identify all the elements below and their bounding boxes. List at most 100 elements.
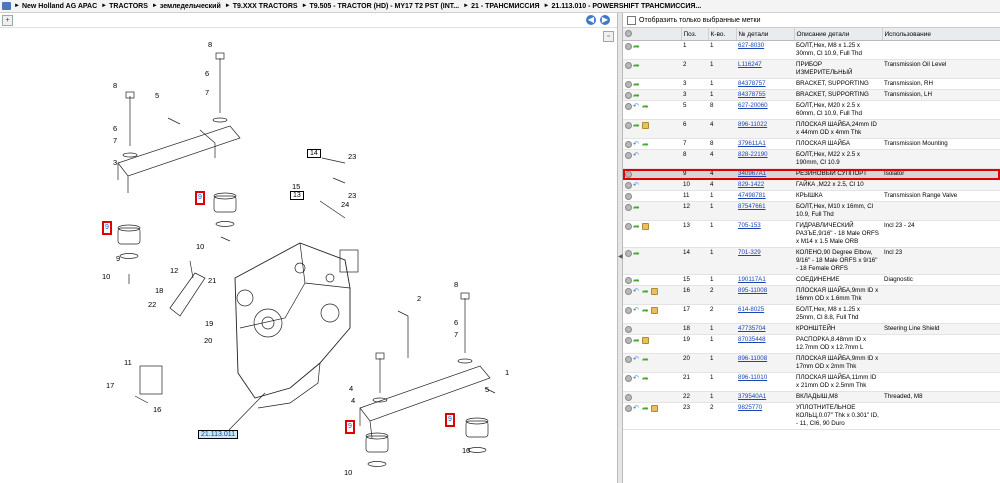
highlighted-callout[interactable]: 9	[445, 413, 455, 427]
info-circle-icon[interactable]	[625, 356, 632, 363]
part-number-link[interactable]: 701-329	[738, 249, 761, 256]
package-icon[interactable]	[642, 122, 649, 129]
add-to-cart-arrow-icon[interactable]: ➦	[642, 103, 650, 111]
breadcrumb-item[interactable]: T9.505 - TRACTOR (HD) - MY17 T2 PST (INT…	[310, 3, 460, 10]
show-selected-checkbox[interactable]	[627, 15, 636, 25]
add-to-cart-arrow-icon[interactable]: ➦	[633, 250, 641, 258]
add-to-cart-arrow-icon[interactable]: ➦	[642, 405, 650, 413]
breadcrumb-item[interactable]: 21.113.010 - POWERSHIFT ТРАНСМИССИЯ...	[552, 3, 702, 10]
add-to-cart-arrow-icon[interactable]: ➦	[633, 204, 641, 212]
part-number-link[interactable]: 340967A1	[738, 170, 766, 177]
add-to-cart-arrow-icon[interactable]: ➦	[633, 43, 641, 51]
table-row[interactable]: ➦ 6 4 896-11022 ПЛОСКАЯ ШАЙБА,24mm ID x 44mm…	[623, 119, 1000, 139]
back-arrow-icon[interactable]: ↶	[633, 307, 641, 314]
column-header[interactable]: № детали	[736, 28, 795, 41]
back-arrow-icon[interactable]: ↶	[633, 405, 641, 412]
info-circle-icon[interactable]	[625, 152, 632, 159]
info-circle-icon[interactable]	[625, 193, 632, 200]
part-number-link[interactable]: 84378757	[738, 80, 766, 87]
info-circle-icon[interactable]	[625, 223, 632, 230]
home-icon[interactable]	[2, 2, 11, 10]
back-arrow-icon[interactable]: ↶	[633, 152, 641, 159]
table-row[interactable]: ↶ ➦ 23 2 9825770 УПЛОТНИТЕЛЬНОЕ КОЛЬЦ,0.07" T…	[623, 402, 1000, 430]
back-arrow-icon[interactable]: ↶	[633, 288, 641, 295]
info-circle-icon[interactable]	[625, 92, 632, 99]
table-row[interactable]: ➦ 3 1 84378755 BRACKET, SUPPORTING Transmissi…	[623, 89, 1000, 101]
part-number-link[interactable]: 627-20060	[738, 102, 768, 109]
info-circle-icon[interactable]	[625, 326, 632, 333]
add-to-cart-arrow-icon[interactable]: ➦	[633, 62, 641, 70]
back-arrow-icon[interactable]: ↶	[633, 141, 641, 148]
add-to-cart-arrow-icon[interactable]: ➦	[633, 277, 641, 285]
table-row[interactable]: 22 1 379540A1 ВКЛАДЫШ,M8 Threaded, M8	[623, 391, 1000, 403]
table-row[interactable]: ↶ ➦ 7 8 379611A1 ПЛОСКАЯ ШАЙБА Transmission Mo…	[623, 138, 1000, 150]
back-arrow-icon[interactable]: ↶	[633, 375, 641, 382]
part-number-link[interactable]: 379540A1	[738, 393, 766, 400]
info-circle-icon[interactable]	[625, 288, 632, 295]
part-number-link[interactable]: L116247	[738, 61, 762, 68]
info-circle-icon[interactable]	[625, 122, 632, 129]
info-circle-icon[interactable]	[625, 405, 632, 412]
breadcrumb-item[interactable]: T9.XXX TRACTORS	[233, 3, 298, 10]
table-row[interactable]: ↶ ➦ 21 1 896-11010 ПЛОСКАЯ ШАЙБА,11mm ID x 21…	[623, 372, 1000, 392]
info-circle-icon[interactable]	[625, 307, 632, 314]
info-circle-icon[interactable]	[625, 250, 632, 257]
info-circle-icon[interactable]	[625, 171, 632, 178]
part-number-link[interactable]: 9825770	[738, 404, 762, 411]
breadcrumb-item[interactable]: земледельческий	[160, 3, 221, 10]
add-to-cart-arrow-icon[interactable]: ➦	[633, 81, 641, 89]
back-arrow-icon[interactable]: ↶	[633, 182, 641, 189]
table-row[interactable]: ➦ 19 1 87035448 РАСПОРКА,8.48mm ID x 12.7mm …	[623, 334, 1000, 354]
splitter-arrow-icon[interactable]: ◀	[618, 253, 623, 260]
add-to-cart-arrow-icon[interactable]: ➦	[633, 92, 641, 100]
info-circle-icon[interactable]	[625, 394, 632, 401]
column-header[interactable]: Использование	[882, 28, 1000, 41]
info-circle-icon[interactable]	[625, 337, 632, 344]
part-number-link[interactable]: 47498781	[738, 192, 766, 199]
table-row[interactable]: 18 1 47735704 КРОНШТЕЙН Steering Line Shield	[623, 323, 1000, 335]
column-header[interactable]: Поз.	[681, 28, 709, 41]
table-row[interactable]: ➦ 12 1 87547661 БОЛТ,Hex, M10 x 16mm, Cl 10.…	[623, 201, 1000, 221]
package-icon[interactable]	[642, 223, 649, 230]
highlighted-callout[interactable]: 9	[102, 221, 112, 235]
add-to-cart-arrow-icon[interactable]: ➦	[642, 375, 650, 383]
info-circle-icon[interactable]	[625, 204, 632, 211]
table-row[interactable]: 9 4 340967A1 РЕЗИНОВЫЙ СУППОРТ Isolator	[623, 168, 1000, 180]
settings-icon[interactable]	[625, 29, 632, 37]
table-row[interactable]: ↶ ➦ 16 2 895-11008 ПЛОСКАЯ ШАЙБА,9mm ID x 16m…	[623, 285, 1000, 305]
package-icon[interactable]	[642, 337, 649, 344]
package-icon[interactable]	[651, 288, 658, 295]
table-row[interactable]: ➦ 15 1 190117A1 СОЕДИНЕНИЕ Diagnostic	[623, 274, 1000, 286]
info-circle-icon[interactable]	[625, 43, 632, 50]
column-header[interactable]: К-во.	[708, 28, 737, 41]
table-row[interactable]: ➦ 2 1 L116247 ПРИБОР ИЗМЕРИТЕЛЬНЫЙ Transmissi…	[623, 59, 1000, 79]
part-number-link[interactable]: 47735704	[738, 325, 766, 332]
part-number-link[interactable]: 627-8030	[738, 42, 764, 49]
table-row[interactable]: ➦ 13 1 705-153 ГИДРАВЛИЧЕСКИЙ РАЗЪЕ,9/16" - …	[623, 220, 1000, 248]
part-number-link[interactable]: 614-8025	[738, 306, 764, 313]
package-icon[interactable]	[651, 307, 658, 314]
add-to-cart-arrow-icon[interactable]: ➦	[633, 122, 641, 130]
add-to-cart-arrow-icon[interactable]: ➦	[633, 337, 641, 345]
add-to-cart-arrow-icon[interactable]: ➦	[633, 223, 641, 231]
part-number-link[interactable]: 829-1422	[738, 181, 764, 188]
breadcrumb-item[interactable]: 21 - ТРАНСМИССИЯ	[471, 3, 539, 10]
back-arrow-icon[interactable]: ↶	[633, 356, 641, 363]
part-number-link[interactable]: 896-11010	[738, 374, 767, 381]
info-circle-icon[interactable]	[625, 141, 632, 148]
part-number-link[interactable]: 705-153	[738, 222, 761, 229]
part-number-link[interactable]: 896-11022	[738, 121, 767, 128]
table-row[interactable]: ➦ 3 1 84378757 BRACKET, SUPPORTING Transmissi…	[623, 78, 1000, 90]
table-row[interactable]: ↶ ➦ 20 1 896-11008 ПЛОСКАЯ ШАЙБА,9mm ID x 17m…	[623, 353, 1000, 373]
table-row[interactable]: ↶ ➦ 17 2 614-8025 БОЛТ,Hex, M8 x 1.25 x 25mm,…	[623, 304, 1000, 324]
info-circle-icon[interactable]	[625, 182, 632, 189]
info-circle-icon[interactable]	[625, 62, 632, 69]
highlighted-callout[interactable]: 9	[345, 420, 355, 434]
info-circle-icon[interactable]	[625, 103, 632, 110]
exploded-parts-diagram[interactable]: 8 6 7 8 5 6 7 3 9 9 10 9 10 14 15 13 23 …	[0, 28, 617, 483]
column-header[interactable]: Описание детали	[794, 28, 883, 41]
part-number-link[interactable]: 895-11008	[738, 287, 767, 294]
info-circle-icon[interactable]	[625, 375, 632, 382]
part-number-link[interactable]: 84378755	[738, 91, 766, 98]
part-number-link[interactable]: 828-22190	[738, 151, 768, 158]
